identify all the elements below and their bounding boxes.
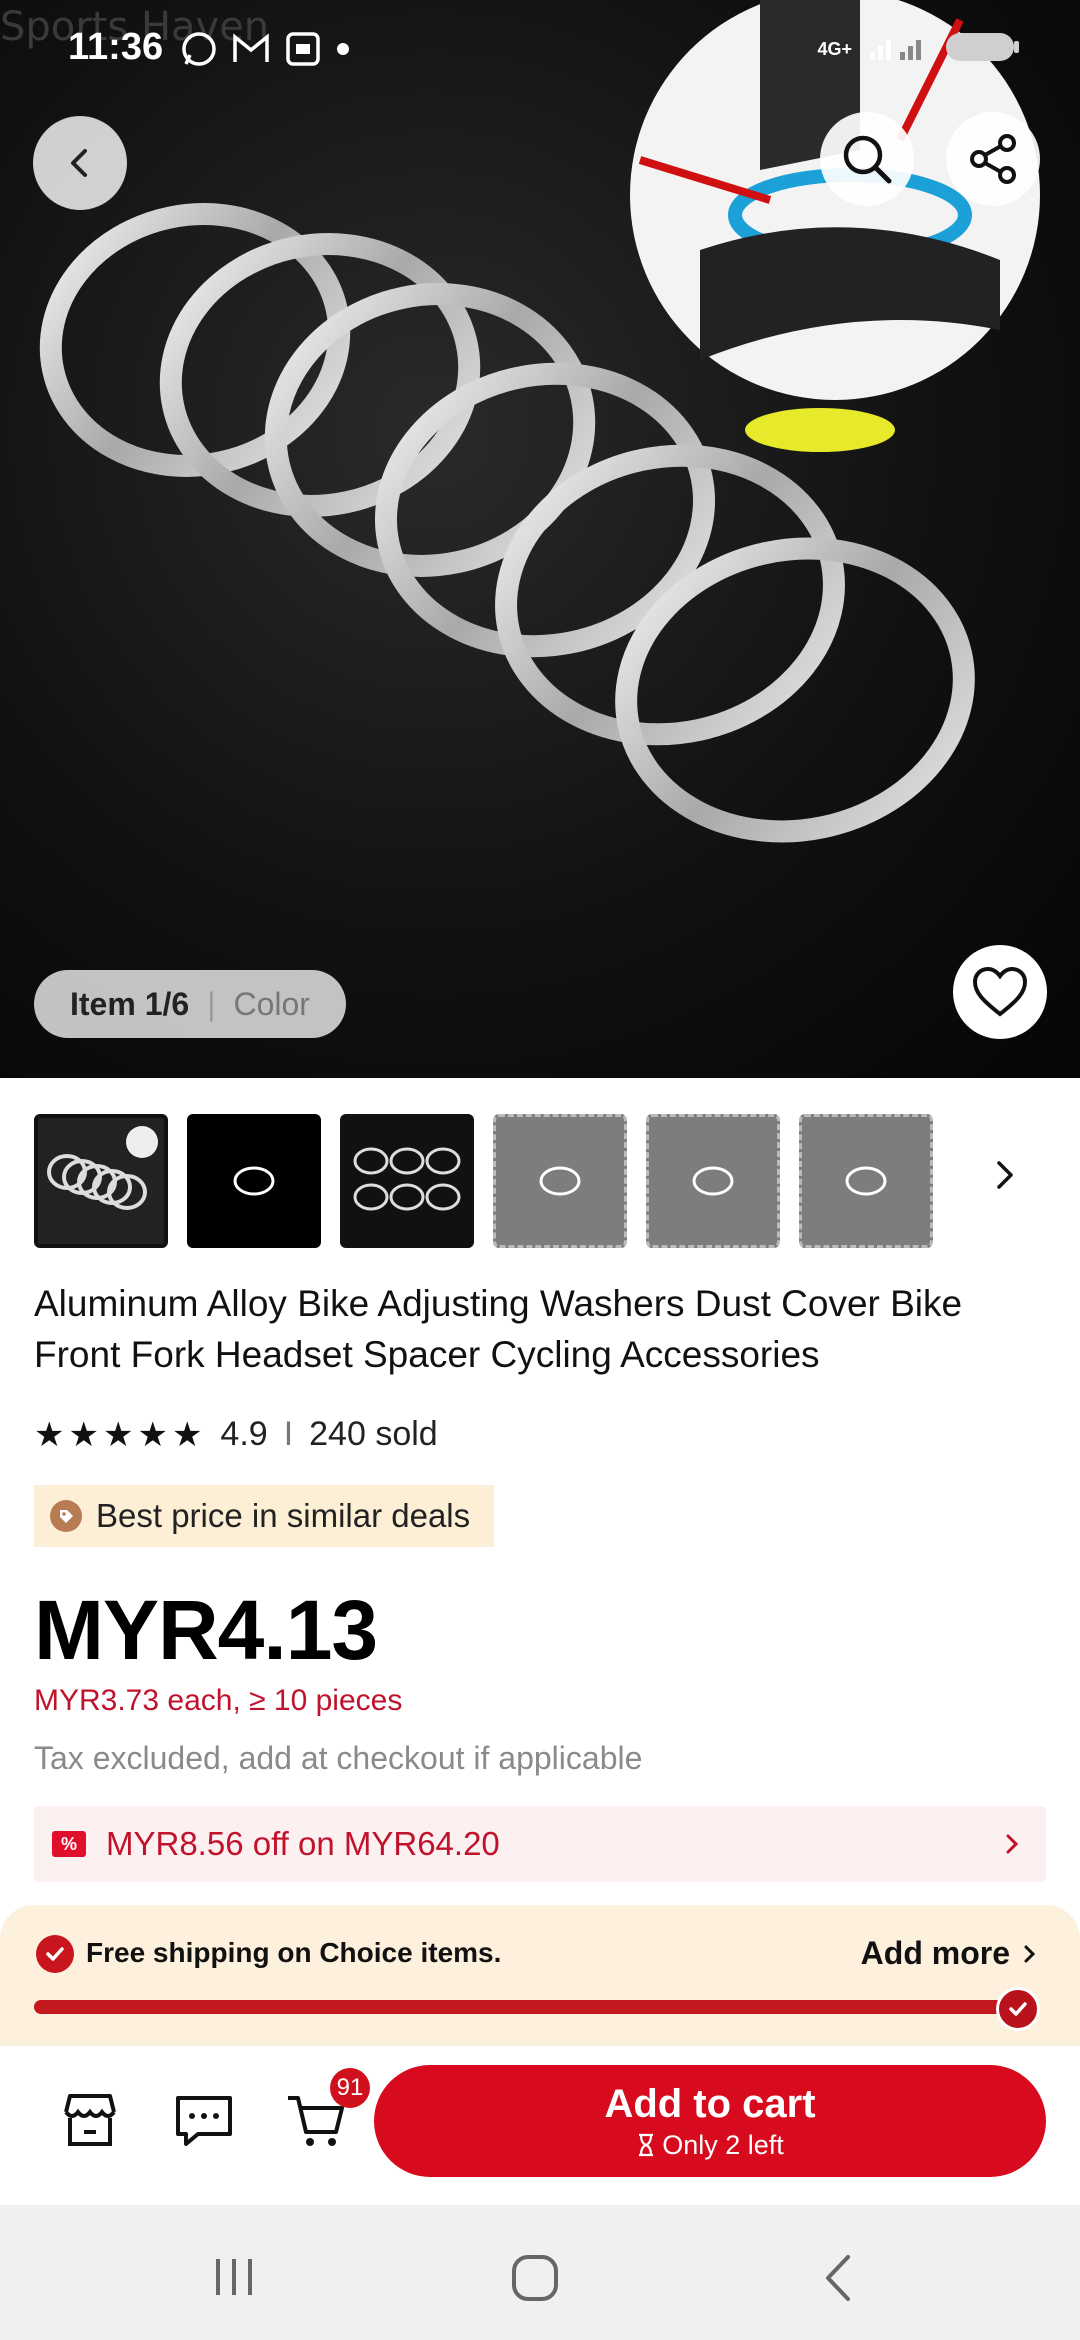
hourglass-icon — [639, 2133, 654, 2157]
rating-row[interactable]: ★ ★ ★ ★ ★ 4.9 I 240 sold — [34, 1415, 438, 1454]
variant-label[interactable]: Color — [233, 986, 309, 1023]
free-shipping-banner: Free shipping on Choice items. Add more — [0, 1905, 1080, 2045]
whatsapp-icon — [180, 30, 218, 73]
cart-count-badge: 91 — [330, 2068, 370, 2108]
coupon-icon: % — [52, 1831, 86, 1857]
status-time: 11:36 — [68, 26, 164, 68]
search-icon — [843, 135, 892, 184]
check-circle-icon — [36, 1935, 74, 1973]
system-navigation-bar — [0, 2205, 1080, 2340]
coupon-banner[interactable]: % MYR8.56 off on MYR64.20 — [34, 1806, 1046, 1882]
stock-note-text: Only 2 left — [662, 2130, 784, 2160]
add-more-link[interactable]: Add more — [861, 1935, 1040, 1972]
star-icon: ★ — [68, 1415, 99, 1454]
bulk-price: MYR3.73 each, ≥ 10 pieces — [34, 1684, 403, 1717]
chevron-left-icon — [71, 149, 87, 177]
chevron-right-icon — [1024, 1945, 1036, 1962]
coupon-text: MYR8.56 off on MYR64.20 — [106, 1825, 500, 1862]
gallery-counter-pill[interactable]: Item 1/6 | Color — [34, 970, 346, 1038]
rating-divider: I — [283, 1415, 294, 1453]
star-icon: ★ — [137, 1415, 168, 1454]
dot-icon — [336, 42, 350, 61]
share-icon — [970, 134, 1016, 184]
shipping-progress-fill — [34, 2000, 1024, 2014]
shipping-progress-bar — [34, 2000, 1024, 2014]
chevron-right-icon — [997, 1161, 1013, 1189]
add-to-cart-button[interactable]: Add to cart Only 2 left — [374, 2065, 1046, 2177]
thumbnail-strip — [34, 1114, 933, 1248]
thumbnail-6[interactable] — [799, 1114, 933, 1248]
free-shipping-text: Free shipping on Choice items. — [86, 1937, 502, 1968]
stock-note: Only 2 left — [636, 2128, 784, 2162]
wishlist-button[interactable] — [953, 945, 1047, 1039]
battery-icon — [944, 30, 1020, 69]
add-more-label: Add more — [860, 1935, 1010, 1971]
product-title: Aluminum Alloy Bike Adjusting Washers Du… — [34, 1283, 963, 1375]
search-button[interactable] — [820, 112, 914, 206]
best-price-badge: Best price in similar deals — [34, 1485, 495, 1547]
progress-complete-icon — [996, 1987, 1040, 2031]
status-bar: 11:36 4G+ — [0, 0, 1080, 100]
thumbnail-1[interactable] — [34, 1114, 168, 1248]
star-icon: ★ — [102, 1415, 134, 1454]
heart-icon — [972, 966, 1028, 1017]
star-rating: ★ ★ ★ ★ ★ — [34, 1418, 202, 1452]
store-icon[interactable] — [58, 2088, 122, 2157]
best-price-text: Best price in similar deals — [96, 1497, 471, 1534]
add-to-cart-label: Add to cart — [604, 2082, 816, 2126]
product-photo — [39, 0, 1040, 843]
recent-apps-icon[interactable] — [210, 2253, 258, 2306]
price-tag-icon — [50, 1500, 82, 1532]
screenshot-icon — [284, 30, 322, 73]
product-price: MYR4.13 — [34, 1583, 378, 1677]
star-icon: ★ — [171, 1415, 203, 1454]
thumbnails-next-button[interactable] — [985, 1155, 1025, 1200]
item-counter: Item 1/6 — [70, 985, 190, 1022]
sold-count: 240 sold — [309, 1415, 438, 1453]
thumbnail-2[interactable] — [187, 1114, 321, 1248]
chevron-right-icon — [998, 1826, 1028, 1867]
star-icon: ★ — [34, 1415, 65, 1454]
product-image-gallery[interactable]: Sports Haven 11:36 4G+ Item 1/6 | Color — [0, 0, 1080, 1078]
back-button[interactable] — [33, 116, 127, 210]
share-button[interactable] — [946, 112, 1040, 206]
signal-icon — [868, 32, 928, 67]
network-type: 4G+ — [817, 39, 852, 59]
bottom-action-bar: 91 Add to cart Only 2 left — [0, 2045, 1080, 2206]
home-icon[interactable] — [510, 2253, 560, 2308]
thumbnail-rings-image — [47, 1126, 158, 1210]
thumbnail-3[interactable] — [340, 1114, 474, 1248]
tax-note: Tax excluded, add at checkout if applica… — [34, 1740, 643, 1776]
chat-icon[interactable] — [172, 2088, 236, 2157]
thumbnail-4[interactable] — [493, 1114, 627, 1248]
thumbnail-5[interactable] — [646, 1114, 780, 1248]
back-nav-icon[interactable] — [818, 2253, 858, 2308]
gmail-icon — [232, 33, 270, 70]
pill-separator: | — [207, 985, 216, 1022]
rating-value: 4.9 — [220, 1415, 268, 1453]
